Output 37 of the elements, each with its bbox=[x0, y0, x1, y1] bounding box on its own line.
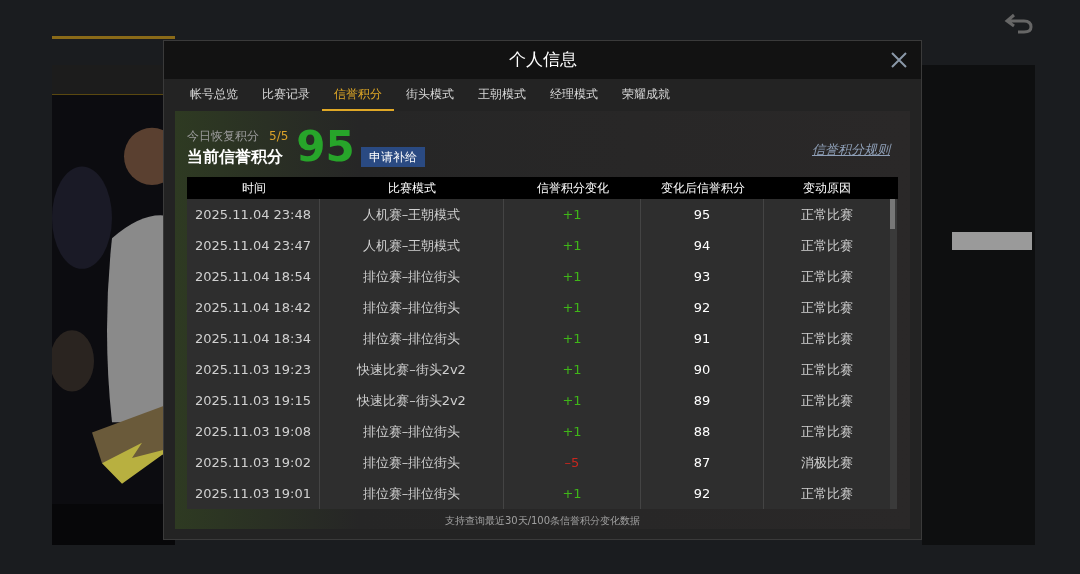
tab[interactable]: 经理模式 bbox=[538, 79, 610, 111]
score-label: 当前信誉积分 bbox=[187, 146, 284, 168]
table-cell: +1 bbox=[504, 478, 641, 509]
column-header: 信誉积分变化 bbox=[535, 180, 610, 197]
table-cell-text: 消极比赛 bbox=[800, 454, 854, 472]
table-cell: 92 bbox=[641, 478, 764, 509]
tab[interactable]: 街头模式 bbox=[394, 79, 466, 111]
column-header: 变化后信誉积分 bbox=[659, 180, 746, 197]
close-icon[interactable] bbox=[891, 52, 907, 68]
table-cell-text: 正常比赛 bbox=[800, 299, 854, 317]
scrollbar-thumb[interactable] bbox=[890, 199, 895, 229]
score-value: 95 bbox=[296, 125, 355, 169]
table-cell-text: 正常比赛 bbox=[800, 361, 854, 379]
table-cell-text: 正常比赛 bbox=[800, 330, 854, 348]
table-cell-text: 正常比赛 bbox=[800, 423, 854, 441]
table-cell-text: 正常比赛 bbox=[800, 237, 854, 255]
tab[interactable]: 帐号总览 bbox=[178, 79, 250, 111]
recovery-value: 5/5 bbox=[269, 128, 289, 145]
table-cell: 排位赛–排位街头 bbox=[320, 478, 504, 509]
apply-button[interactable]: 申请补给 bbox=[360, 147, 425, 167]
table-cell-text: 正常比赛 bbox=[800, 268, 854, 286]
recovery-label: 今日恢复积分 bbox=[187, 128, 259, 145]
back-icon[interactable] bbox=[1004, 12, 1034, 34]
column-header: 时间 bbox=[240, 180, 267, 197]
scrollbar[interactable] bbox=[890, 199, 897, 509]
dialog-title: 个人信息 bbox=[508, 48, 577, 72]
column-header: 变动原因 bbox=[802, 180, 852, 197]
table-cell-text: 正常比赛 bbox=[800, 485, 854, 503]
table-cell-text: 正常比赛 bbox=[800, 392, 854, 410]
footer-note: 支持查询最近30天/100条信誉积分变化数据 bbox=[443, 514, 642, 528]
table-cell: 2025.11.03 19:01 bbox=[187, 478, 320, 509]
rules-link[interactable]: 信誉积分规则 bbox=[812, 139, 890, 159]
tab[interactable]: 王朝模式 bbox=[466, 79, 538, 111]
tab[interactable]: 比赛记录 bbox=[250, 79, 322, 111]
column-header: 比赛模式 bbox=[387, 180, 437, 197]
tab[interactable]: 荣耀成就 bbox=[610, 79, 682, 111]
table-cell-text: 正常比赛 bbox=[800, 206, 854, 224]
